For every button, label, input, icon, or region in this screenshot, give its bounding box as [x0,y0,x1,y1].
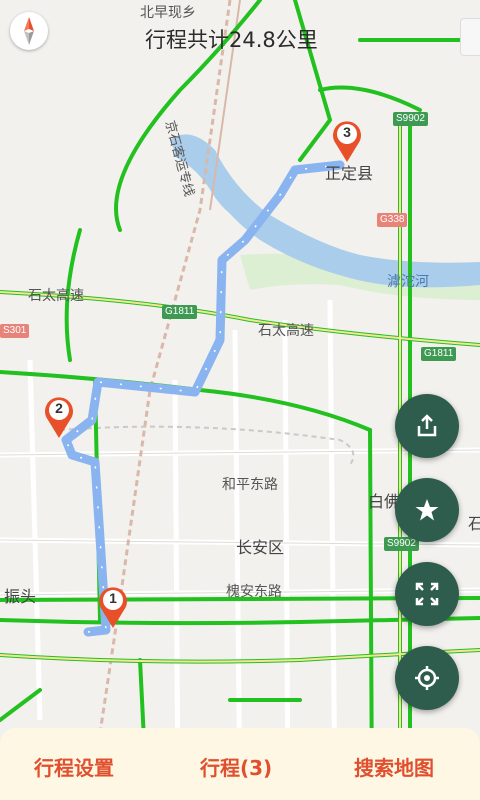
map-control-button[interactable] [460,18,480,56]
waypoint-number: 3 [343,124,351,140]
locate-button[interactable] [395,646,459,710]
locate-icon [415,666,439,690]
compass-icon [24,17,34,45]
fullscreen-icon [415,582,439,606]
tab-search-map[interactable]: 搜索地图 [354,752,434,781]
waypoint-pin-3[interactable]: 3 [330,118,364,164]
trip-distance-title: 行程共计24.8公里 [145,28,318,52]
tab-trip-list[interactable]: 行程(3) [200,752,272,781]
waypoint-pin-2[interactable]: 2 [42,394,76,440]
waypoint-pin-1[interactable]: 1 [96,584,130,630]
road-shield: S301 [0,324,30,338]
compass-button[interactable] [10,12,48,50]
map-label: 振头 [4,587,37,606]
map-label: 石 [468,514,480,533]
map-label: 和平东路 [222,477,278,493]
fullscreen-button[interactable] [395,562,459,626]
bottom-tab-bar: 行程设置 行程(3) 搜索地图 [0,728,480,800]
road-shield: S9902 [393,112,428,126]
favorite-button[interactable] [395,478,459,542]
waypoint-number: 1 [109,590,117,606]
map-label: 石太高速 [28,288,84,304]
map-label: 石太高速 [258,323,314,339]
map-label: 槐安东路 [226,584,282,600]
map-label: 长安区 [236,538,285,557]
road-shield: G1811 [162,305,198,319]
share-icon [417,414,437,437]
star-icon [415,499,439,521]
tab-trip-settings[interactable]: 行程设置 [34,752,114,781]
top-bar: 行程共计24.8公里 [0,0,480,78]
share-button[interactable] [395,394,459,458]
waypoint-number: 2 [55,400,63,416]
river-label: 滹沱河 [387,274,429,290]
road-shield: G338 [377,213,408,227]
road-shield: G1811 [421,347,457,361]
